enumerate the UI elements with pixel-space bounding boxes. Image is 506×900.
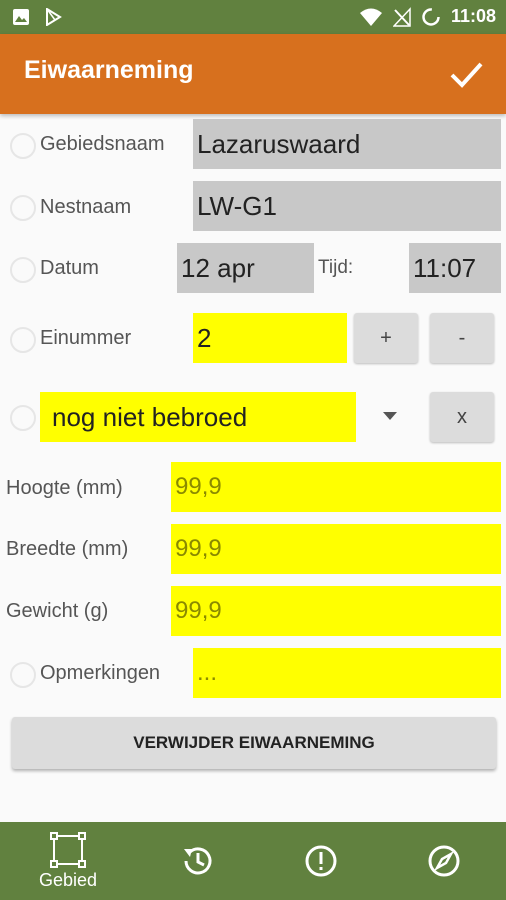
gebiedsnaam-label: Gebiedsnaam bbox=[40, 133, 165, 155]
compass-icon bbox=[428, 845, 460, 877]
hoogte-field[interactable]: 99,9 bbox=[171, 462, 501, 512]
datum-field[interactable]: 12 apr bbox=[177, 243, 314, 293]
status-select[interactable]: nog niet bebroed bbox=[40, 392, 356, 442]
breedte-label: Breedte (mm) bbox=[6, 538, 129, 560]
einummer-field[interactable]: 2 bbox=[193, 313, 347, 363]
history-icon bbox=[184, 847, 212, 875]
nestnaam-field[interactable]: LW-G1 bbox=[193, 181, 501, 231]
nestnaam-radio[interactable] bbox=[10, 195, 36, 221]
status-time: 11:08 bbox=[450, 6, 496, 26]
page-title: Eiwaarneming bbox=[24, 56, 194, 84]
tijd-label: Tijd: bbox=[318, 257, 354, 278]
decrement-button[interactable]: - bbox=[430, 313, 494, 363]
gebiedsnaam-field[interactable]: Lazaruswaard bbox=[193, 119, 501, 169]
no-signal-icon bbox=[392, 6, 411, 27]
opmerkingen-field[interactable]: ... bbox=[193, 648, 501, 698]
einummer-radio[interactable] bbox=[10, 327, 36, 353]
check-icon[interactable] bbox=[444, 52, 488, 96]
datum-radio[interactable] bbox=[10, 257, 36, 283]
clear-status-button[interactable]: x bbox=[430, 392, 494, 442]
einummer-label: Einummer bbox=[40, 327, 132, 349]
app-bar: Eiwaarneming bbox=[0, 34, 506, 114]
battery-icon bbox=[422, 7, 440, 26]
tijd-field[interactable]: 11:07 bbox=[409, 243, 501, 293]
area-select-icon bbox=[50, 831, 86, 868]
gewicht-label: Gewicht (g) bbox=[6, 600, 109, 622]
gewicht-field[interactable]: 99,9 bbox=[171, 586, 501, 636]
gebiedsnaam-radio[interactable] bbox=[10, 133, 36, 159]
opmerkingen-radio[interactable] bbox=[10, 662, 36, 688]
wifi-icon bbox=[359, 8, 382, 26]
nestnaam-label: Nestnaam bbox=[40, 196, 132, 218]
datum-label: Datum bbox=[40, 257, 99, 279]
status-bar: 11:08 bbox=[0, 0, 506, 34]
delete-observation-button[interactable]: VERWIJDER EIWAARNEMING bbox=[12, 717, 496, 769]
opmerkingen-label: Opmerkingen bbox=[40, 662, 161, 684]
nav-item-gebied[interactable]: Gebied bbox=[28, 822, 108, 900]
increment-button[interactable]: + bbox=[354, 313, 418, 363]
image-notification-icon bbox=[13, 9, 29, 25]
chevron-down-icon[interactable] bbox=[382, 411, 398, 421]
nav-item-compass[interactable] bbox=[414, 822, 474, 900]
nav-item-history[interactable] bbox=[168, 822, 228, 900]
nav-label-gebied: Gebied bbox=[38, 869, 98, 890]
status-radio[interactable] bbox=[10, 405, 36, 431]
bottom-nav: Gebied bbox=[0, 822, 506, 900]
nav-item-alert[interactable] bbox=[291, 822, 351, 900]
play-store-icon bbox=[46, 8, 62, 26]
hoogte-label: Hoogte (mm) bbox=[6, 477, 123, 499]
breedte-field[interactable]: 99,9 bbox=[171, 524, 501, 574]
alert-icon bbox=[305, 845, 337, 877]
